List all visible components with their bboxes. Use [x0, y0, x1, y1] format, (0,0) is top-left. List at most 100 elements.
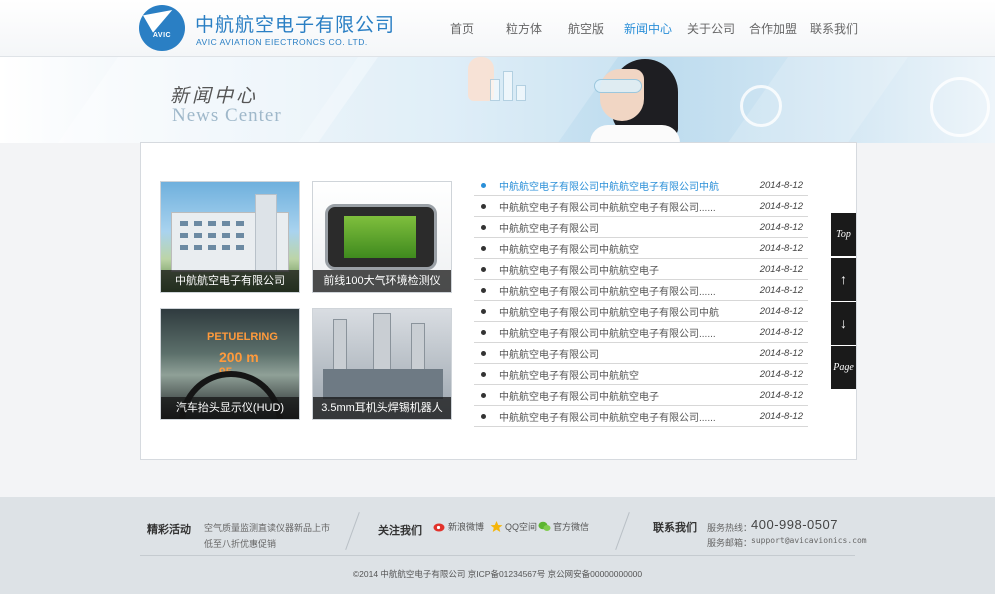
list-item[interactable]: 中航航空电子有限公司中航航空 2014-8-12 — [474, 364, 808, 385]
events-heading: 精彩活动 — [147, 524, 191, 536]
wechat-icon — [538, 521, 551, 531]
back-to-top-button[interactable]: Top — [831, 213, 856, 256]
events-line-2[interactable]: 低至八折优惠促销 — [204, 537, 276, 550]
news-date: 2014-8-12 — [759, 285, 803, 296]
news-panel: 中航航空电子有限公司 前线100大气环境检测仪 PETUELRING 200 m… — [140, 142, 857, 460]
bullet-icon — [481, 330, 486, 335]
news-title[interactable]: 中航航空电子有限公司 — [499, 220, 599, 235]
bullet-icon — [481, 372, 486, 377]
news-title[interactable]: 中航航空电子有限公司中航航空电子 — [499, 388, 659, 403]
plane-wing-icon — [143, 1, 178, 33]
avic-logo-icon[interactable]: AVIC — [139, 1, 185, 51]
thumb-company[interactable]: 中航航空电子有限公司 — [160, 181, 300, 293]
news-title[interactable]: 中航航空电子有限公司中航航空 — [499, 367, 639, 382]
list-item[interactable]: 中航航空电子有限公司中航航空电子 2014-8-12 — [474, 259, 808, 280]
news-banner: 新闻中心 News Center — [0, 57, 995, 143]
news-date: 2014-8-12 — [759, 327, 803, 338]
news-title[interactable]: 中航航空电子有限公司中航航空 — [499, 241, 639, 256]
list-item[interactable]: 中航航空电子有限公司 2014-8-12 — [474, 343, 808, 364]
hud-street-text: PETUELRING — [207, 331, 278, 343]
nav-contact[interactable]: 联系我们 — [810, 20, 858, 37]
news-title[interactable]: 中航航空电子有限公司中航航空电子有限公司...... — [499, 283, 716, 298]
list-item[interactable]: 中航航空电子有限公司中航航空 2014-8-12 — [474, 238, 808, 259]
news-date: 2014-8-12 — [759, 264, 803, 275]
qzone-link[interactable]: QQ空间 — [490, 520, 537, 533]
banner-ring-graphic — [930, 77, 990, 137]
bullet-icon — [481, 246, 486, 251]
news-title[interactable]: 中航航空电子有限公司中航航空电子有限公司...... — [499, 325, 716, 340]
bullet-icon — [481, 414, 486, 419]
divider — [345, 512, 360, 550]
thumb-caption: 前线100大气环境检测仪 — [313, 270, 451, 292]
footer-divider — [140, 555, 855, 556]
list-item[interactable]: 中航航空电子有限公司中航航空电子有限公司中航 2014-8-12 — [474, 175, 808, 196]
weibo-link[interactable]: 新浪微博 — [433, 520, 484, 533]
bullet-icon — [481, 393, 486, 398]
thumb-robot[interactable]: 3.5mm耳机头焊锡机器人 — [312, 308, 452, 420]
nav-news[interactable]: 新闻中心 — [624, 20, 672, 37]
news-date: 2014-8-12 — [759, 180, 803, 191]
copyright-text: ©2014 中航航空电子有限公司 京ICP备01234567号 京公网安备000… — [352, 569, 643, 579]
thumb-detector[interactable]: 前线100大气环境检测仪 — [312, 181, 452, 293]
list-item[interactable]: 中航航空电子有限公司中航航空电子有限公司...... 2014-8-12 — [474, 196, 808, 217]
qzone-label: QQ空间 — [505, 522, 538, 532]
list-item[interactable]: 中航航空电子有限公司中航航空电子有限公司...... 2014-8-12 — [474, 406, 808, 427]
news-title[interactable]: 中航航空电子有限公司中航航空电子有限公司中航 — [499, 304, 719, 319]
list-item[interactable]: 中航航空电子有限公司中航航空电子有限公司...... 2014-8-12 — [474, 280, 808, 301]
email-label: 服务邮箱： — [707, 538, 753, 548]
events-line-1[interactable]: 空气质量监测直读仪器新品上市 — [204, 521, 330, 534]
arrow-down-icon: ↓ — [840, 315, 847, 331]
follow-heading: 关注我们 — [378, 525, 422, 537]
news-title[interactable]: 中航航空电子有限公司中航航空电子有限公司...... — [499, 199, 716, 214]
hotline-number: 400-998-0507 — [751, 517, 838, 532]
news-date: 2014-8-12 — [759, 390, 803, 401]
scroll-up-button[interactable]: ↑ — [831, 258, 856, 301]
bullet-icon — [481, 288, 486, 293]
news-title[interactable]: 中航航空电子有限公司 — [499, 346, 599, 361]
top-label: Top — [836, 229, 851, 240]
page-bottom-button[interactable]: Page — [831, 346, 856, 389]
divider — [615, 512, 630, 550]
email-address[interactable]: support@avicavionics.com — [751, 536, 867, 545]
logo-badge-text: AVIC — [152, 32, 172, 39]
bullet-icon — [481, 225, 486, 230]
contact-heading: 联系我们 — [653, 522, 697, 534]
woman-with-goggles-image — [590, 59, 680, 143]
site-header: AVIC 中航航空电子有限公司 AVIC AVIATION EIECTRONCS… — [0, 0, 995, 57]
arrow-up-icon: ↑ — [840, 271, 847, 287]
nav-product[interactable]: 粒方体 — [506, 20, 542, 37]
news-title[interactable]: 中航航空电子有限公司中航航空电子 — [499, 262, 659, 277]
thumb-hud[interactable]: PETUELRING 200 m 95 汽车抬头显示仪(HUD) — [160, 308, 300, 420]
thumb-caption: 中航航空电子有限公司 — [161, 270, 299, 292]
list-item[interactable]: 中航航空电子有限公司中航航空电子有限公司中航 2014-8-12 — [474, 301, 808, 322]
company-name-cn: 中航航空电子有限公司 — [195, 15, 396, 36]
weibo-icon — [433, 523, 445, 532]
hotline-label: 服务热线： — [707, 523, 753, 533]
banner-ring-graphic — [740, 85, 782, 127]
news-date: 2014-8-12 — [759, 306, 803, 317]
nav-home[interactable]: 首页 — [450, 20, 474, 37]
news-title[interactable]: 中航航空电子有限公司中航航空电子有限公司...... — [499, 409, 716, 424]
bullet-icon — [481, 204, 486, 209]
bullet-icon — [481, 309, 486, 314]
thumb-caption: 汽车抬头显示仪(HUD) — [161, 397, 299, 419]
company-name-en: AVIC AVIATION EIECTRONCS CO. LTD. — [196, 37, 368, 47]
hud-distance-text: 200 m — [219, 349, 259, 365]
news-title[interactable]: 中航航空电子有限公司中航航空电子有限公司中航 — [499, 178, 719, 193]
news-list: 中航航空电子有限公司中航航空电子有限公司中航 2014-8-12 中航航空电子有… — [474, 175, 808, 427]
news-date: 2014-8-12 — [759, 411, 803, 422]
nav-partner[interactable]: 合作加盟 — [749, 20, 797, 37]
wechat-link[interactable]: 官方微信 — [538, 520, 589, 533]
list-item[interactable]: 中航航空电子有限公司中航航空电子 2014-8-12 — [474, 385, 808, 406]
nav-aviation[interactable]: 航空版 — [568, 20, 604, 37]
bullet-icon — [481, 267, 486, 272]
banner-title-cn: 新闻中心 — [170, 85, 259, 107]
news-date: 2014-8-12 — [759, 348, 803, 359]
scroll-down-button[interactable]: ↓ — [831, 302, 856, 345]
list-item[interactable]: 中航航空电子有限公司中航航空电子有限公司...... 2014-8-12 — [474, 322, 808, 343]
nav-about[interactable]: 关于公司 — [687, 20, 735, 37]
list-item[interactable]: 中航航空电子有限公司 2014-8-12 — [474, 217, 808, 238]
bullet-icon — [481, 183, 486, 188]
news-date: 2014-8-12 — [759, 222, 803, 233]
weibo-label: 新浪微博 — [448, 522, 485, 532]
